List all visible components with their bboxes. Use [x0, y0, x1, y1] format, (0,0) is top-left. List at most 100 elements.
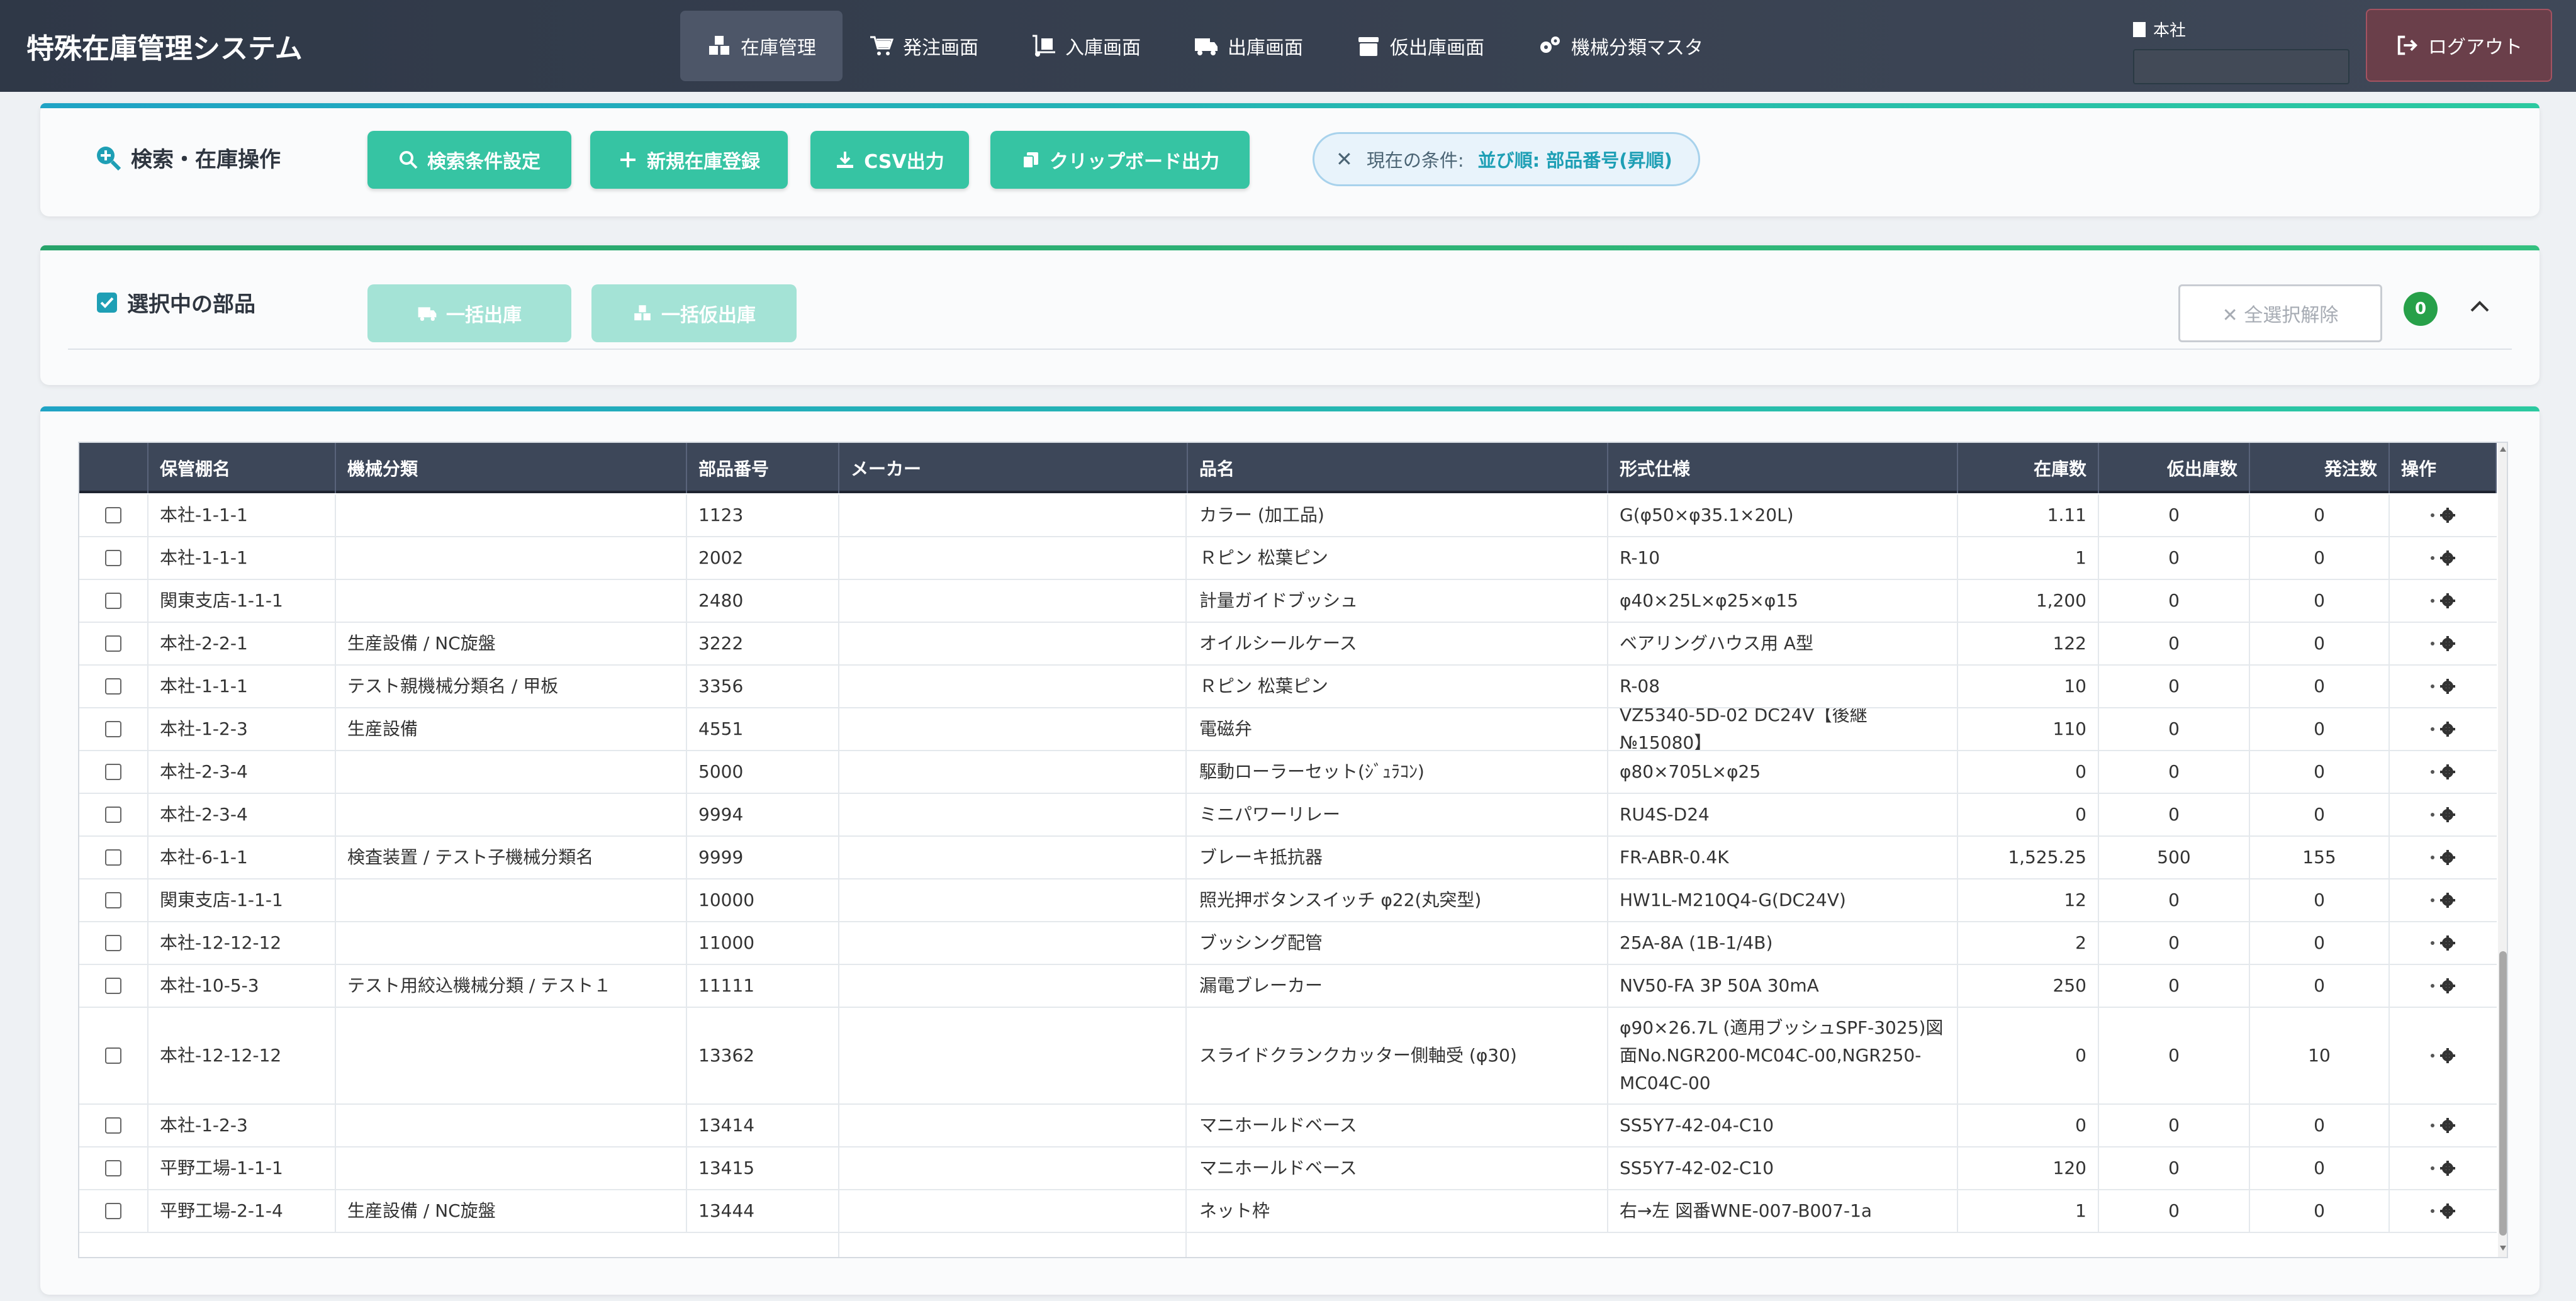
gear-icon[interactable]: [2439, 593, 2456, 609]
table-row[interactable]: 本社-2-2-1 生産設備 / NC旋盤 3222 オイルシールケース ベアリングハウス…: [79, 623, 2497, 666]
tab-temp-shipping[interactable]: 仮出庫画面: [1330, 11, 1511, 81]
column-header[interactable]: 部品番号: [687, 443, 839, 493]
row-checkbox[interactable]: [105, 807, 121, 823]
column-header[interactable]: 仮出庫数: [2099, 443, 2250, 493]
dropdown-caret-icon[interactable]: [2431, 1209, 2434, 1213]
gear-icon[interactable]: [2439, 1203, 2456, 1219]
table-row[interactable]: 本社-2-3-4 9994 ミニパワーリレー RU4S-D24 0 0 0: [79, 794, 2497, 837]
row-checkbox[interactable]: [105, 892, 121, 908]
row-checkbox[interactable]: [105, 721, 121, 737]
dropdown-caret-icon[interactable]: [2431, 642, 2434, 645]
gear-icon[interactable]: [2439, 1047, 2456, 1064]
row-checkbox[interactable]: [105, 1047, 121, 1064]
clipboard-export-button[interactable]: クリップボード出力: [990, 131, 1250, 189]
bulk-ship-button[interactable]: 一括出庫: [367, 284, 571, 342]
tab-machine-master[interactable]: 機械分類マスタ: [1511, 11, 1730, 81]
csv-export-button[interactable]: CSV出力: [810, 131, 969, 189]
new-stock-button[interactable]: 新規在庫登録: [590, 131, 788, 189]
row-checkbox[interactable]: [105, 1117, 121, 1134]
tab-order[interactable]: 発注画面: [843, 11, 1005, 81]
current-condition-pill[interactable]: ✕ 現在の条件: 並び順: 部品番号(昇順): [1313, 132, 1700, 186]
tab-shipping[interactable]: 出庫画面: [1167, 11, 1330, 81]
row-checkbox[interactable]: [105, 849, 121, 866]
column-header[interactable]: 形式仕様: [1608, 443, 1958, 493]
dropdown-caret-icon[interactable]: [2431, 556, 2434, 560]
scroll-down-arrow[interactable]: [2500, 1246, 2506, 1251]
scroll-up-arrow[interactable]: [2500, 447, 2506, 452]
dropdown-caret-icon[interactable]: [2431, 684, 2434, 688]
clear-selection-button[interactable]: ✕ 全選択解除: [2178, 284, 2382, 342]
column-header[interactable]: 保管棚名: [148, 443, 336, 493]
row-checkbox[interactable]: [105, 593, 121, 609]
row-checkbox[interactable]: [105, 978, 121, 994]
scrollbar-thumb[interactable]: [2499, 951, 2507, 1236]
gear-icon[interactable]: [2439, 978, 2456, 994]
column-header[interactable]: 在庫数: [1958, 443, 2099, 493]
tab-receiving[interactable]: 入庫画面: [1005, 11, 1167, 81]
cell-maker: [839, 537, 1188, 579]
row-checkbox[interactable]: [105, 935, 121, 951]
gear-icon[interactable]: [2439, 935, 2456, 951]
table-row[interactable]: 本社-1-1-1 2002 Ｒピン 松葉ピン R-10 1 0 0: [79, 537, 2497, 580]
branch-select[interactable]: [2133, 49, 2349, 84]
table-row[interactable]: 本社-6-1-1 検査装置 / テスト子機械分類名 9999 ブレーキ抵抗器 FR-AB…: [79, 837, 2497, 879]
table-row[interactable]: 平野工場-2-1-4 生産設備 / NC旋盤 13444 ネット枠 右→左 図番WNE-…: [79, 1190, 2497, 1233]
table-row[interactable]: 本社-12-12-12 11000 ブッシング配管 25A-8A (1B-1/4B) 2…: [79, 922, 2497, 965]
dropdown-caret-icon[interactable]: [2431, 1054, 2434, 1058]
dropdown-caret-icon[interactable]: [2431, 941, 2434, 945]
column-header[interactable]: メーカー: [839, 443, 1188, 493]
dropdown-caret-icon[interactable]: [2431, 513, 2434, 517]
dropdown-caret-icon[interactable]: [2431, 1166, 2434, 1170]
dropdown-caret-icon[interactable]: [2431, 984, 2434, 988]
table-row[interactable]: 関東支店-1-1-1 2480 計量ガイドブッシュ φ40×25L×φ25×φ15 1,…: [79, 580, 2497, 623]
column-header[interactable]: 機械分類: [336, 443, 687, 493]
column-header[interactable]: 品名: [1188, 443, 1608, 493]
table-row[interactable]: 関東支店-1-1-1 10000 照光押ボタンスイッチ φ22(丸突型) HW1L-M…: [79, 879, 2497, 922]
table-row[interactable]: 平野工場-1-1-1 13415 マニホールドベース SS5Y7-42-02-C10 1…: [79, 1147, 2497, 1190]
column-header[interactable]: 操作: [2390, 443, 2497, 493]
row-checkbox[interactable]: [105, 550, 121, 566]
gear-icon[interactable]: [2439, 550, 2456, 566]
row-checkbox[interactable]: [105, 635, 121, 652]
gear-icon[interactable]: [2439, 764, 2456, 780]
row-checkbox[interactable]: [105, 507, 121, 523]
gear-icon[interactable]: [2439, 892, 2456, 908]
dropdown-caret-icon[interactable]: [2431, 813, 2434, 817]
table-row[interactable]: 本社-10-5-3 テスト用絞込機械分類 / テスト１ 11111 漏電ブレーカー NV…: [79, 965, 2497, 1008]
row-checkbox[interactable]: [105, 678, 121, 695]
search-settings-button[interactable]: 検索条件設定: [367, 131, 571, 189]
close-icon[interactable]: ✕: [1336, 147, 1353, 171]
table-row[interactable]: 本社-1-2-3 生産設備 4551 電磁弁 VZ5340-5D-02 DC24V【後継…: [79, 708, 2497, 751]
table-row[interactable]: 本社-12-12-12 13362 スライドクランクカッター側軸受 (φ30) φ90…: [79, 1008, 2497, 1105]
table-scrollbar[interactable]: [2498, 443, 2507, 1257]
gear-icon[interactable]: [2439, 678, 2456, 695]
tab-inventory[interactable]: 在庫管理: [680, 11, 843, 81]
bulk-temp-ship-button[interactable]: 一括仮出庫: [591, 284, 797, 342]
dropdown-caret-icon[interactable]: [2431, 856, 2434, 859]
dropdown-caret-icon[interactable]: [2431, 599, 2434, 603]
gear-icon[interactable]: [2439, 635, 2456, 652]
logout-button[interactable]: ログアウト: [2366, 9, 2552, 82]
table-row[interactable]: 本社-1-1-1 1123 カラー (加工品) G(φ50×φ35.1×20L) 1.1…: [79, 494, 2497, 537]
table-row[interactable]: 本社-2-3-4 5000 駆動ローラーセット(ｼﾞｭﾗｺﾝ) φ80×705L×φ2…: [79, 751, 2497, 794]
gear-icon[interactable]: [2439, 721, 2456, 737]
table-row[interactable]: 本社-1-1-1 テスト親機械分類名 / 甲板 3356 Ｒピン 松葉ピン R-08 10…: [79, 666, 2497, 708]
dropdown-caret-icon[interactable]: [2431, 727, 2434, 731]
cell-category: [336, 1105, 687, 1146]
gear-icon[interactable]: [2439, 507, 2456, 523]
row-checkbox[interactable]: [105, 1160, 121, 1176]
download-icon: [837, 152, 854, 168]
row-checkbox[interactable]: [105, 1203, 121, 1219]
gear-icon[interactable]: [2439, 807, 2456, 823]
logout-label: ログアウト: [2428, 36, 2523, 59]
dropdown-caret-icon[interactable]: [2431, 770, 2434, 774]
row-checkbox[interactable]: [105, 764, 121, 780]
column-header[interactable]: 発注数: [2250, 443, 2390, 493]
table-row[interactable]: 本社-1-2-3 13414 マニホールドベース SS5Y7-42-04-C10 0 0 0: [79, 1105, 2497, 1147]
chevron-up-icon[interactable]: [2465, 292, 2494, 321]
gear-icon[interactable]: [2439, 1117, 2456, 1134]
gear-icon[interactable]: [2439, 849, 2456, 866]
dropdown-caret-icon[interactable]: [2431, 1124, 2434, 1127]
dropdown-caret-icon[interactable]: [2431, 898, 2434, 902]
gear-icon[interactable]: [2439, 1160, 2456, 1176]
